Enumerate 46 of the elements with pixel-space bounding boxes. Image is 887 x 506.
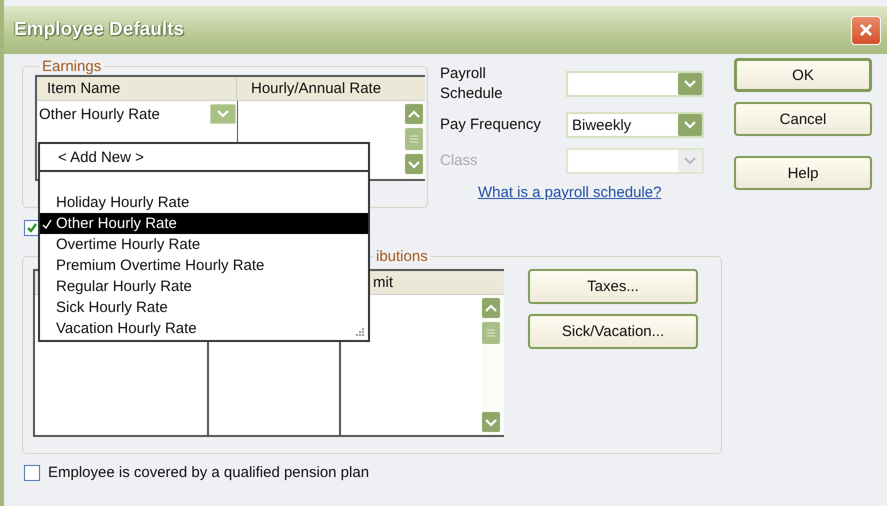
scroll-thumb-icon[interactable] (405, 128, 423, 150)
dialog-button[interactable]: OK (734, 58, 872, 92)
dropdown-option[interactable]: Vacation Hourly Rate (40, 318, 368, 339)
scroll-up-icon[interactable] (405, 104, 423, 124)
close-icon (858, 22, 874, 38)
field-label: Payroll Schedule (440, 64, 504, 104)
scroll-down-icon[interactable] (405, 154, 423, 174)
chevron-down-icon (678, 73, 702, 95)
dialog-button[interactable]: Taxes... (528, 269, 698, 304)
dropdown-field[interactable] (566, 71, 704, 97)
dialog-button[interactable]: Cancel (734, 102, 872, 136)
dialog-button[interactable]: Sick/Vacation... (528, 314, 698, 349)
dropdown-option[interactable]: Overtime Hourly Rate (40, 234, 368, 255)
resize-grip-icon[interactable] (355, 327, 365, 337)
dropdown-option[interactable]: Holiday Hourly Rate (40, 192, 368, 213)
scroll-up-icon[interactable] (482, 298, 500, 318)
dropdown-option[interactable]: Premium Overtime Hourly Rate (40, 255, 368, 276)
scroll-thumb-icon[interactable] (482, 322, 500, 344)
group-label: Earnings (41, 58, 102, 75)
help-link[interactable]: What is a payroll schedule? (478, 184, 722, 201)
scrollbar[interactable] (482, 295, 504, 435)
group-label: ibutions (375, 248, 429, 265)
dialog-button[interactable]: Help (734, 156, 872, 190)
window-title: Employee Defaults (14, 19, 184, 41)
checkbox[interactable] (24, 464, 40, 480)
scroll-down-icon[interactable] (482, 412, 500, 432)
chevron-down-icon (678, 150, 702, 172)
chevron-down-icon (217, 110, 229, 118)
field-label: Class (440, 151, 479, 171)
column-header: mit (373, 273, 393, 291)
scrollbar[interactable] (405, 101, 425, 179)
dropdown-option[interactable]: Sick Hourly Rate (40, 297, 368, 318)
dropdown-option[interactable]: Regular Hourly Rate (40, 276, 368, 297)
dropdown-field[interactable] (566, 148, 704, 174)
column-header: Item Name (37, 77, 237, 100)
checkbox-label: Employee is covered by a qualified pension plan (48, 464, 370, 481)
chevron-down-icon (678, 114, 702, 136)
table-cell: Other Hourly Rate (39, 106, 160, 122)
add-new-option[interactable]: < Add New > (40, 144, 368, 172)
dropdown-option[interactable]: Other Hourly Rate (40, 213, 368, 234)
check-icon (42, 218, 52, 230)
field-label: Pay Frequency (440, 115, 542, 135)
close-button[interactable] (851, 16, 881, 44)
column-header: Hourly/Annual Rate (250, 79, 382, 99)
dropdown-button[interactable] (210, 104, 236, 124)
dropdown-field[interactable]: Biweekly (566, 112, 704, 138)
